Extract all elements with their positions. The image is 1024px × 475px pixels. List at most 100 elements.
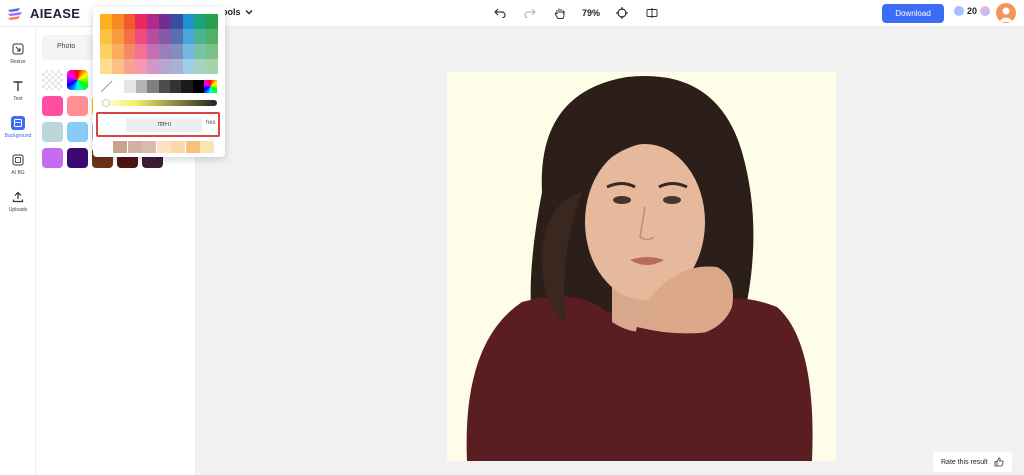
picker-gray-cell[interactable]: [170, 80, 182, 93]
credits-count: 20: [967, 6, 978, 16]
slider-handle[interactable]: [102, 99, 110, 107]
custom-color-swatch[interactable]: [67, 70, 88, 90]
thumbs-up-icon: [994, 457, 1004, 467]
ai-bg-icon: [11, 153, 25, 167]
picker-color-cell[interactable]: [194, 59, 207, 74]
picker-color-cell[interactable]: [206, 29, 219, 44]
picker-color-cell[interactable]: [182, 29, 195, 44]
picker-color-cell[interactable]: [182, 14, 195, 29]
spectrum-swatch[interactable]: [204, 80, 217, 93]
picker-color-cell[interactable]: [111, 59, 124, 74]
picker-color-cell[interactable]: [147, 44, 160, 59]
undo-icon[interactable]: [492, 5, 508, 21]
color-swatch[interactable]: [42, 122, 63, 142]
edited-photo[interactable]: [447, 72, 836, 461]
hex-label: hex: [206, 120, 216, 126]
color-swatch[interactable]: [42, 96, 63, 116]
picker-color-cell[interactable]: [111, 44, 124, 59]
zoom-level[interactable]: 79%: [582, 8, 600, 18]
picker-color-cell[interactable]: [135, 44, 148, 59]
picker-color-cell[interactable]: [182, 44, 195, 59]
avatar[interactable]: [996, 3, 1016, 23]
rail-item-uploads[interactable]: Uploads: [0, 190, 36, 213]
no-color-swatch[interactable]: [100, 80, 113, 93]
rail-item-text[interactable]: Text: [0, 79, 36, 102]
picker-color-cell[interactable]: [206, 14, 219, 29]
picker-color-cell[interactable]: [100, 44, 112, 59]
rail-label: Uploads: [8, 207, 28, 213]
picker-color-cell[interactable]: [194, 44, 207, 59]
picker-color-cell[interactable]: [135, 14, 148, 29]
picker-color-cell[interactable]: [206, 44, 219, 59]
picker-color-cell[interactable]: [123, 29, 136, 44]
picker-gray-cell[interactable]: [192, 80, 205, 93]
credits-badge[interactable]: 20: [954, 6, 991, 16]
picker-color-cell[interactable]: [206, 59, 219, 74]
logo[interactable]: AIEASE: [8, 6, 80, 21]
hex-input[interactable]: [126, 118, 202, 132]
upload-icon: [11, 190, 25, 204]
picker-gray-cell[interactable]: [124, 80, 137, 93]
tab-photo[interactable]: Photo: [57, 43, 75, 50]
picker-color-cell[interactable]: [100, 14, 112, 29]
portrait-image: [447, 72, 836, 461]
picker-color-cell[interactable]: [159, 44, 171, 59]
recent-color-cell[interactable]: [113, 141, 127, 153]
color-swatch[interactable]: [67, 148, 88, 168]
fit-screen-icon[interactable]: [614, 5, 630, 21]
picker-color-cell[interactable]: [159, 29, 171, 44]
color-swatch[interactable]: [67, 122, 88, 142]
transparent-swatch[interactable]: [42, 70, 63, 90]
redo-icon[interactable]: [522, 5, 538, 21]
color-swatch[interactable]: [42, 148, 63, 168]
picker-color-cell[interactable]: [170, 29, 183, 44]
picker-color-cell[interactable]: [135, 59, 148, 74]
picker-color-cell[interactable]: [135, 29, 148, 44]
background-icon: [11, 116, 25, 130]
rate-result[interactable]: Rate this result: [933, 452, 1012, 472]
recent-color-cell[interactable]: [200, 141, 214, 153]
picker-gray-cell[interactable]: [147, 80, 160, 93]
picker-color-cell[interactable]: [170, 59, 183, 74]
picker-color-cell[interactable]: [100, 59, 112, 74]
compare-icon[interactable]: [644, 5, 660, 21]
download-button[interactable]: Download: [882, 4, 944, 23]
rail-label: Resize: [10, 59, 26, 65]
rail-label: Text: [13, 96, 23, 102]
picker-color-cell[interactable]: [100, 29, 112, 44]
picker-color-cell[interactable]: [147, 29, 160, 44]
rail-item-resize[interactable]: Resize: [0, 42, 36, 65]
picker-color-cell[interactable]: [123, 59, 136, 74]
recent-color-cell[interactable]: [142, 141, 156, 153]
picker-color-cell[interactable]: [111, 29, 124, 44]
recent-color-cell[interactable]: [185, 141, 200, 153]
picker-color-cell[interactable]: [159, 59, 171, 74]
resize-icon: [11, 42, 25, 56]
lightness-slider[interactable]: [100, 100, 217, 106]
picker-color-cell[interactable]: [159, 14, 171, 29]
left-rail: Resize Text Background AI BG Uploads: [0, 27, 36, 475]
picker-color-cell[interactable]: [123, 44, 136, 59]
tools-menu[interactable]: ools: [222, 7, 253, 17]
picker-color-cell[interactable]: [111, 14, 124, 29]
recent-color-cell[interactable]: [156, 141, 171, 153]
rail-item-background[interactable]: Background: [0, 116, 36, 139]
picker-color-cell[interactable]: [170, 44, 183, 59]
picker-color-cell[interactable]: [182, 59, 195, 74]
color-swatch[interactable]: [67, 96, 88, 116]
hand-icon[interactable]: [552, 5, 568, 21]
picker-gray-cell[interactable]: [113, 80, 125, 93]
app-name: AIEASE: [30, 6, 81, 21]
picker-color-cell[interactable]: [194, 14, 207, 29]
picker-gray-cell[interactable]: [158, 80, 171, 93]
picker-gray-cell[interactable]: [135, 80, 148, 93]
picker-gray-cell[interactable]: [181, 80, 194, 93]
picker-color-cell[interactable]: [123, 14, 136, 29]
picker-color-cell[interactable]: [194, 29, 207, 44]
picker-color-cell[interactable]: [147, 59, 160, 74]
picker-color-cell[interactable]: [170, 14, 183, 29]
picker-color-cell[interactable]: [147, 14, 160, 29]
recent-color-cell[interactable]: [127, 141, 142, 153]
recent-color-cell[interactable]: [171, 141, 185, 153]
rail-item-ai-bg[interactable]: AI BG: [0, 153, 36, 176]
